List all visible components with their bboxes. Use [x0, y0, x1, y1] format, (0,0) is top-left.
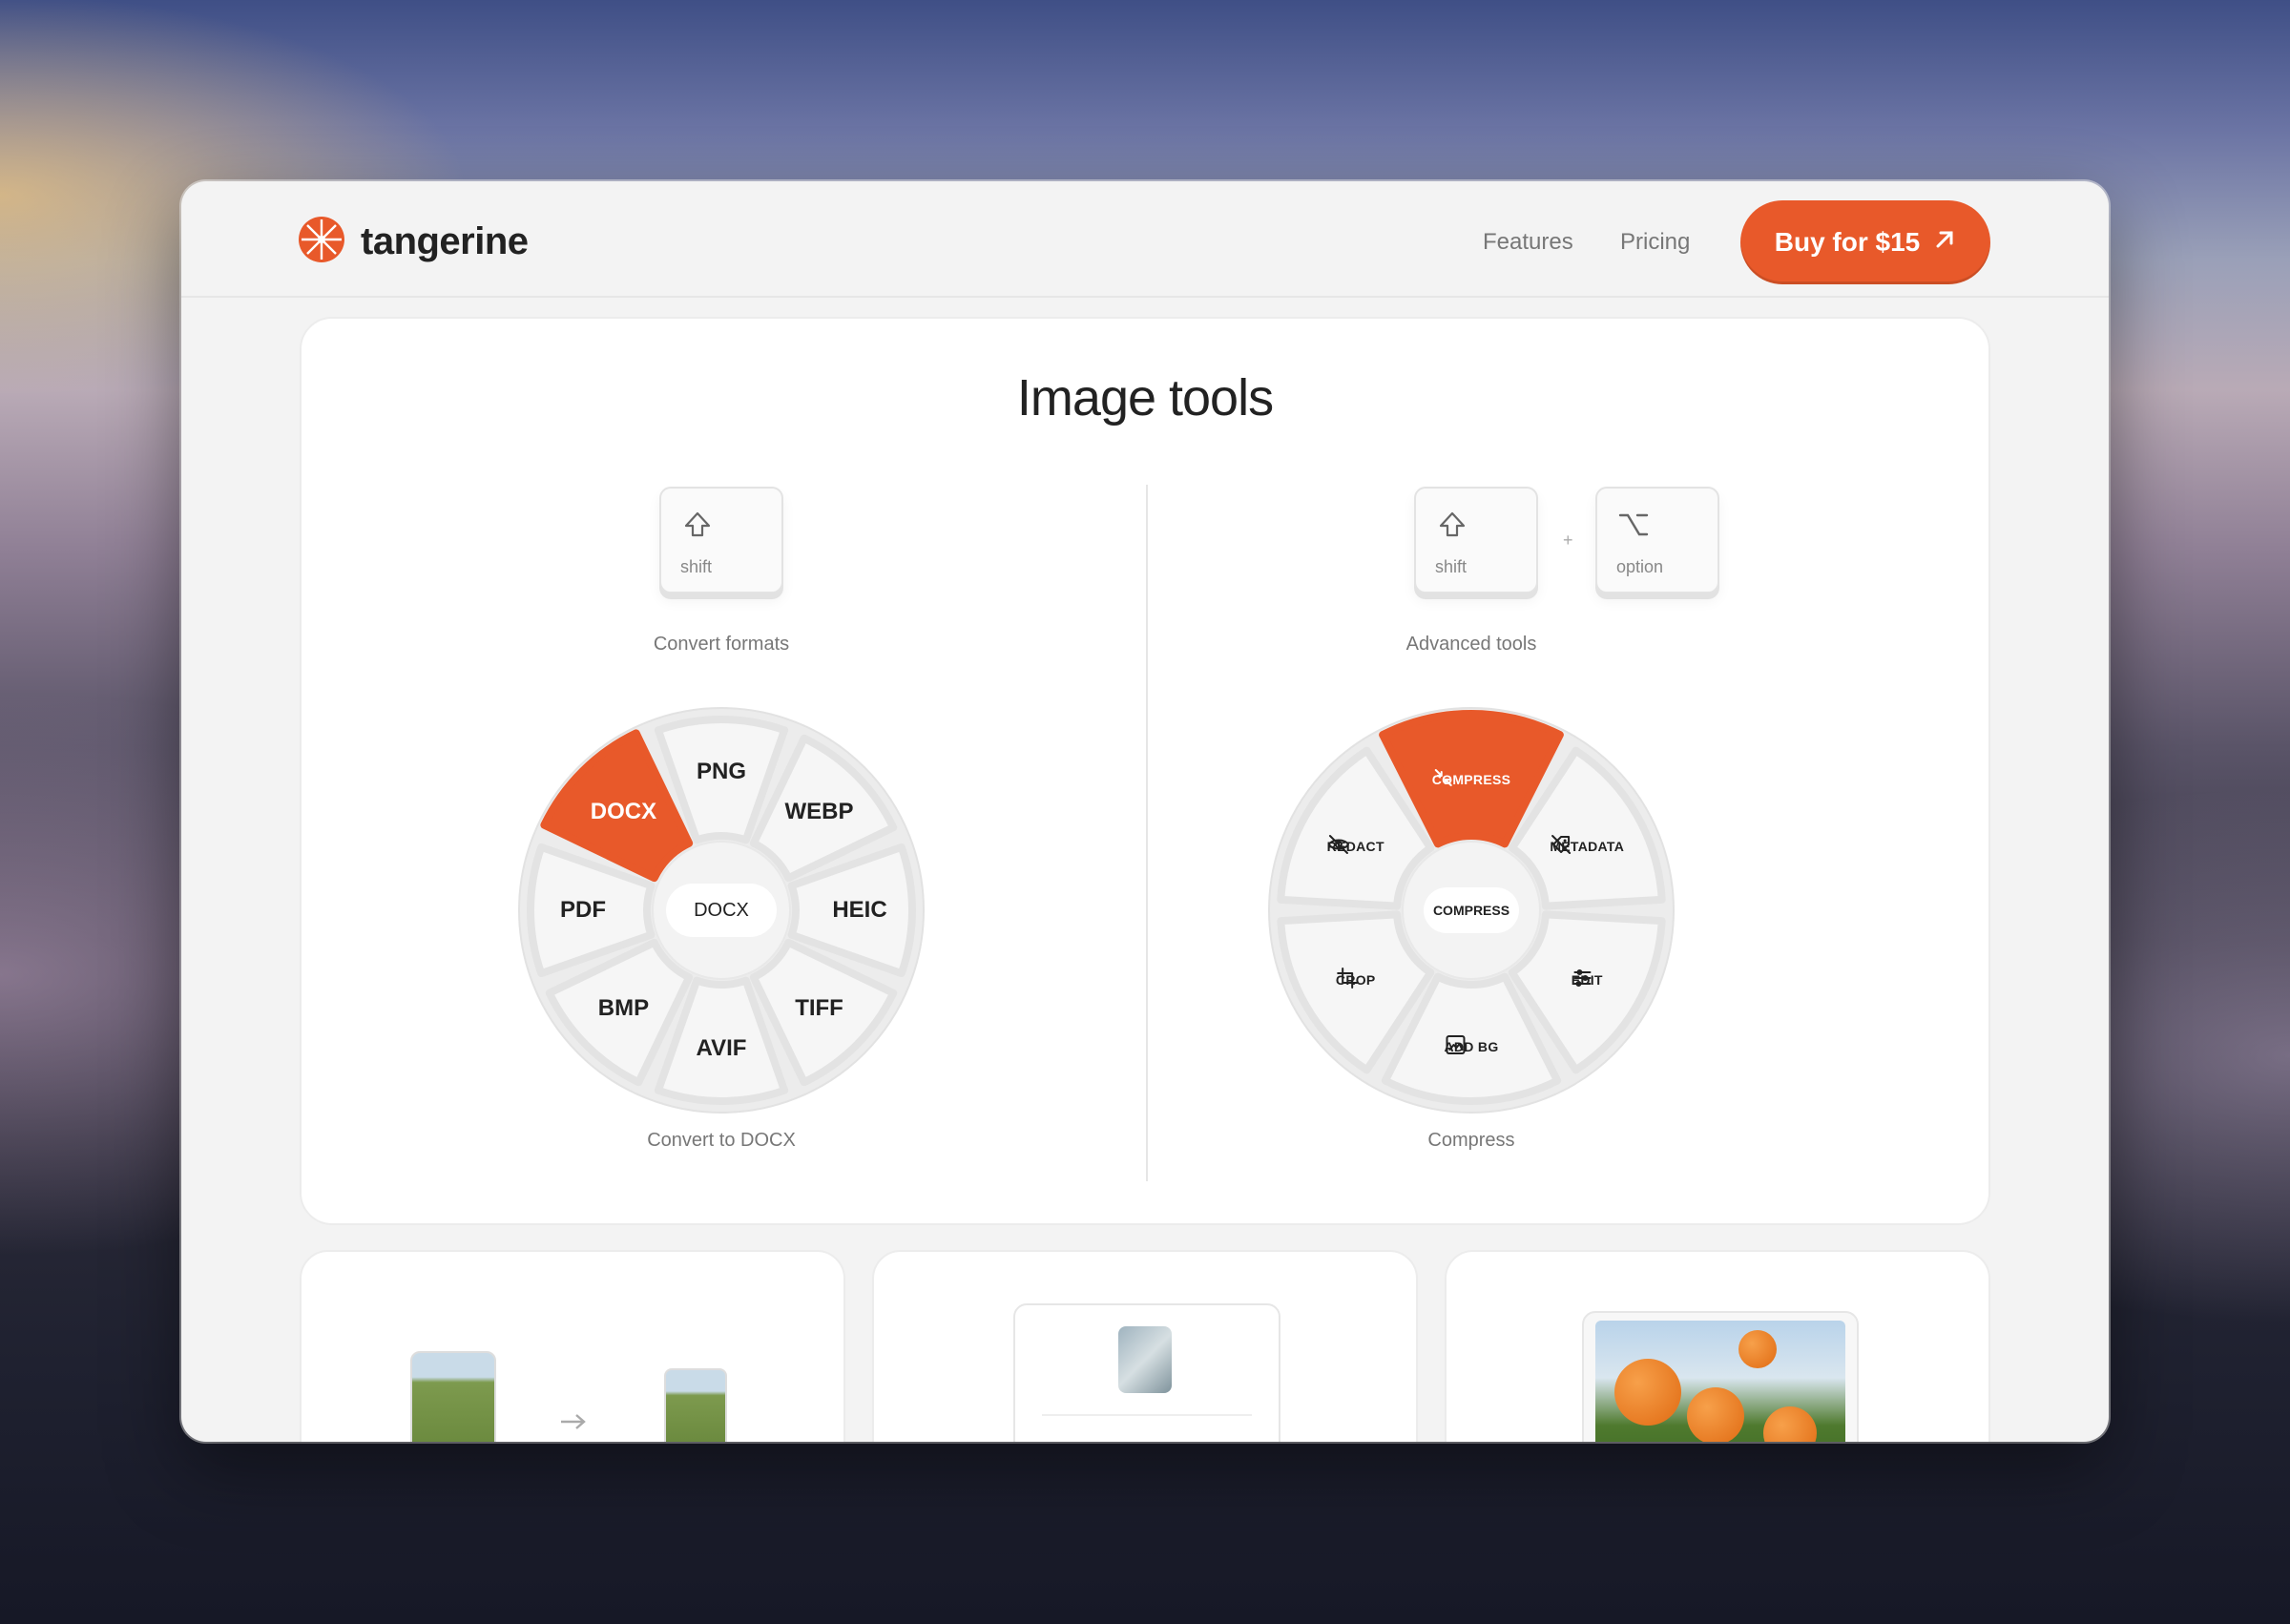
format-option-bmp: BMP: [597, 994, 650, 1021]
format-wheel-center: DOCX: [666, 884, 777, 937]
landscape-thumbnail-large: [410, 1351, 496, 1442]
shift-key[interactable]: shift: [659, 487, 783, 593]
feature-card-photo: [1445, 1250, 1990, 1442]
advanced-tools-caption: Advanced tools: [1405, 634, 1537, 655]
metadata-panel: [1013, 1303, 1280, 1442]
tool-option-edit: EDIT: [1572, 967, 1603, 988]
format-option-pdf: PDF: [560, 897, 606, 923]
shift-key-advanced[interactable]: shift: [1414, 487, 1538, 593]
column-divider: [1146, 485, 1148, 1181]
shift-arrow-icon: [1439, 511, 1466, 537]
tools-wheel: COMPRESS COMPRESS METADATA EDIT ADD BG CROP R…: [1266, 705, 1676, 1115]
tangerine-logo-icon: [298, 216, 345, 268]
shift-key-label: shift: [680, 557, 713, 576]
format-option-webp: WEBP: [784, 799, 854, 825]
section-title: Image tools: [1016, 369, 1274, 427]
feature-card-convert: [300, 1250, 845, 1442]
nav-features-link[interactable]: Features: [1483, 229, 1573, 256]
tool-option-crop: CROP: [1336, 967, 1376, 989]
tools-wheel-center: COMPRESS: [1424, 887, 1519, 933]
tangerine-photo: [1595, 1321, 1845, 1442]
compress-result-caption: Compress: [1427, 1130, 1515, 1151]
format-option-png: PNG: [696, 759, 747, 784]
app-window: tangerine Features Pricing Buy for $15 I…: [181, 181, 2109, 1442]
arrow-right-icon: [559, 1412, 588, 1436]
nav-pricing-link[interactable]: Pricing: [1620, 229, 1690, 256]
tool-option-add-bg: ADD BG: [1444, 1033, 1498, 1054]
tool-option-metadata: METADATA: [1550, 833, 1624, 854]
photo-frame: [1582, 1311, 1859, 1442]
format-wheel: DOCX DOCX PNG WEBP HEIC TIFF AVIF BMP PDF: [516, 705, 926, 1115]
format-option-tiff: TIFF: [795, 994, 843, 1021]
format-option-docx: DOCX: [590, 799, 657, 825]
format-option-heic: HEIC: [832, 897, 887, 923]
tool-option-compress: COMPRESS: [1432, 766, 1511, 787]
buy-button[interactable]: Buy for $15: [1740, 200, 1990, 284]
shift-arrow-icon: [684, 511, 711, 537]
convert-formats-caption: Convert formats: [653, 634, 790, 655]
feature-card-metadata: [872, 1250, 1418, 1442]
brand[interactable]: tangerine: [298, 216, 529, 268]
image-tools-card: Image tools shift Convert formats DOCX D…: [300, 317, 1990, 1225]
buy-button-label: Buy for $15: [1774, 227, 1921, 257]
shift-key-label: shift: [1435, 557, 1468, 576]
tool-option-redact: REDACT: [1327, 833, 1384, 854]
convert-result-caption: Convert to DOCX: [647, 1130, 796, 1151]
top-nav: tangerine Features Pricing Buy for $15: [181, 181, 2109, 298]
option-key-label: option: [1616, 557, 1664, 576]
landscape-thumbnail-small: [664, 1368, 727, 1442]
option-symbol-icon: [1618, 513, 1649, 536]
option-key[interactable]: option: [1595, 487, 1719, 593]
arrow-up-right-icon: [1933, 227, 1956, 258]
brand-name: tangerine: [361, 220, 529, 262]
photo-thumbnail: [1118, 1326, 1172, 1393]
panel-divider: [1042, 1414, 1252, 1416]
key-plus: +: [1563, 531, 1573, 550]
format-option-avif: AVIF: [696, 1035, 747, 1061]
